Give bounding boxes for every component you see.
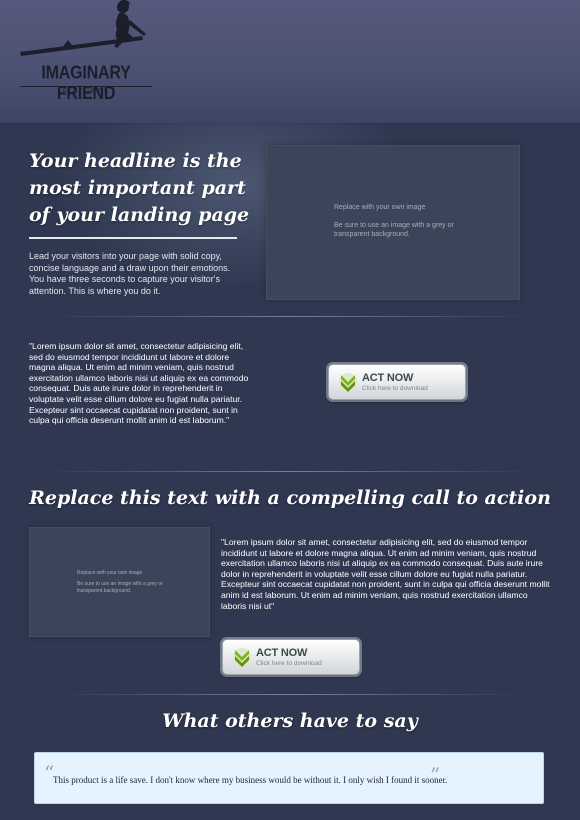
cta-title: Replace this text with a compelling call… xyxy=(29,487,551,509)
hero-image-caption: Replace with your own image xyxy=(334,204,426,211)
download-chevron-icon xyxy=(339,373,357,392)
hero-image-placeholder: Replace with your own image Be sure to u… xyxy=(266,145,520,300)
cta-image-placeholder: Replace with your own image Be sure to u… xyxy=(29,527,210,637)
hero-intro: Lead your visitors into your page with s… xyxy=(29,251,231,296)
brand-tagline: PICTURES xyxy=(62,89,110,95)
testimonial-text: This product is a life save. I don't kno… xyxy=(53,775,448,785)
act-now-button[interactable]: ACT NOW Click here to download xyxy=(222,639,360,675)
cta-quote: "Lorem ipsum dolor sit amet, consectetur… xyxy=(221,537,550,611)
download-chevron-icon xyxy=(233,648,251,667)
lorem-quote: "Lorem ipsum dolor sit amet, consectetur… xyxy=(29,341,249,426)
hero-image-note: Be sure to use an image with a grey or t… xyxy=(334,222,454,238)
headline-divider xyxy=(29,237,237,239)
act-now-button[interactable]: ACT NOW Click here to download xyxy=(328,364,466,400)
cta-image-note: Be sure to use an image with a grey or t… xyxy=(77,581,163,594)
site-header: IMAGINARY FRIEND PICTURES xyxy=(0,0,580,124)
section-divider xyxy=(45,471,535,472)
section-divider xyxy=(45,316,535,317)
testimonials-title: What others have to say xyxy=(162,710,418,732)
act-now-sublabel: Click here to download xyxy=(362,385,428,392)
hero-headline: Your headline is the most important part… xyxy=(29,150,250,226)
testimonial-box: “ This product is a life save. I don't k… xyxy=(34,752,544,804)
cta-image-caption: Replace with your own image xyxy=(77,570,143,576)
act-now-label: ACT NOW xyxy=(362,372,414,384)
brand-name: IMAGINARY FRIEND xyxy=(41,63,131,104)
act-now-sublabel: Click here to download xyxy=(256,660,322,667)
close-quote-icon: ” xyxy=(430,763,441,787)
section-divider xyxy=(55,694,525,695)
act-now-label: ACT NOW xyxy=(256,647,308,659)
